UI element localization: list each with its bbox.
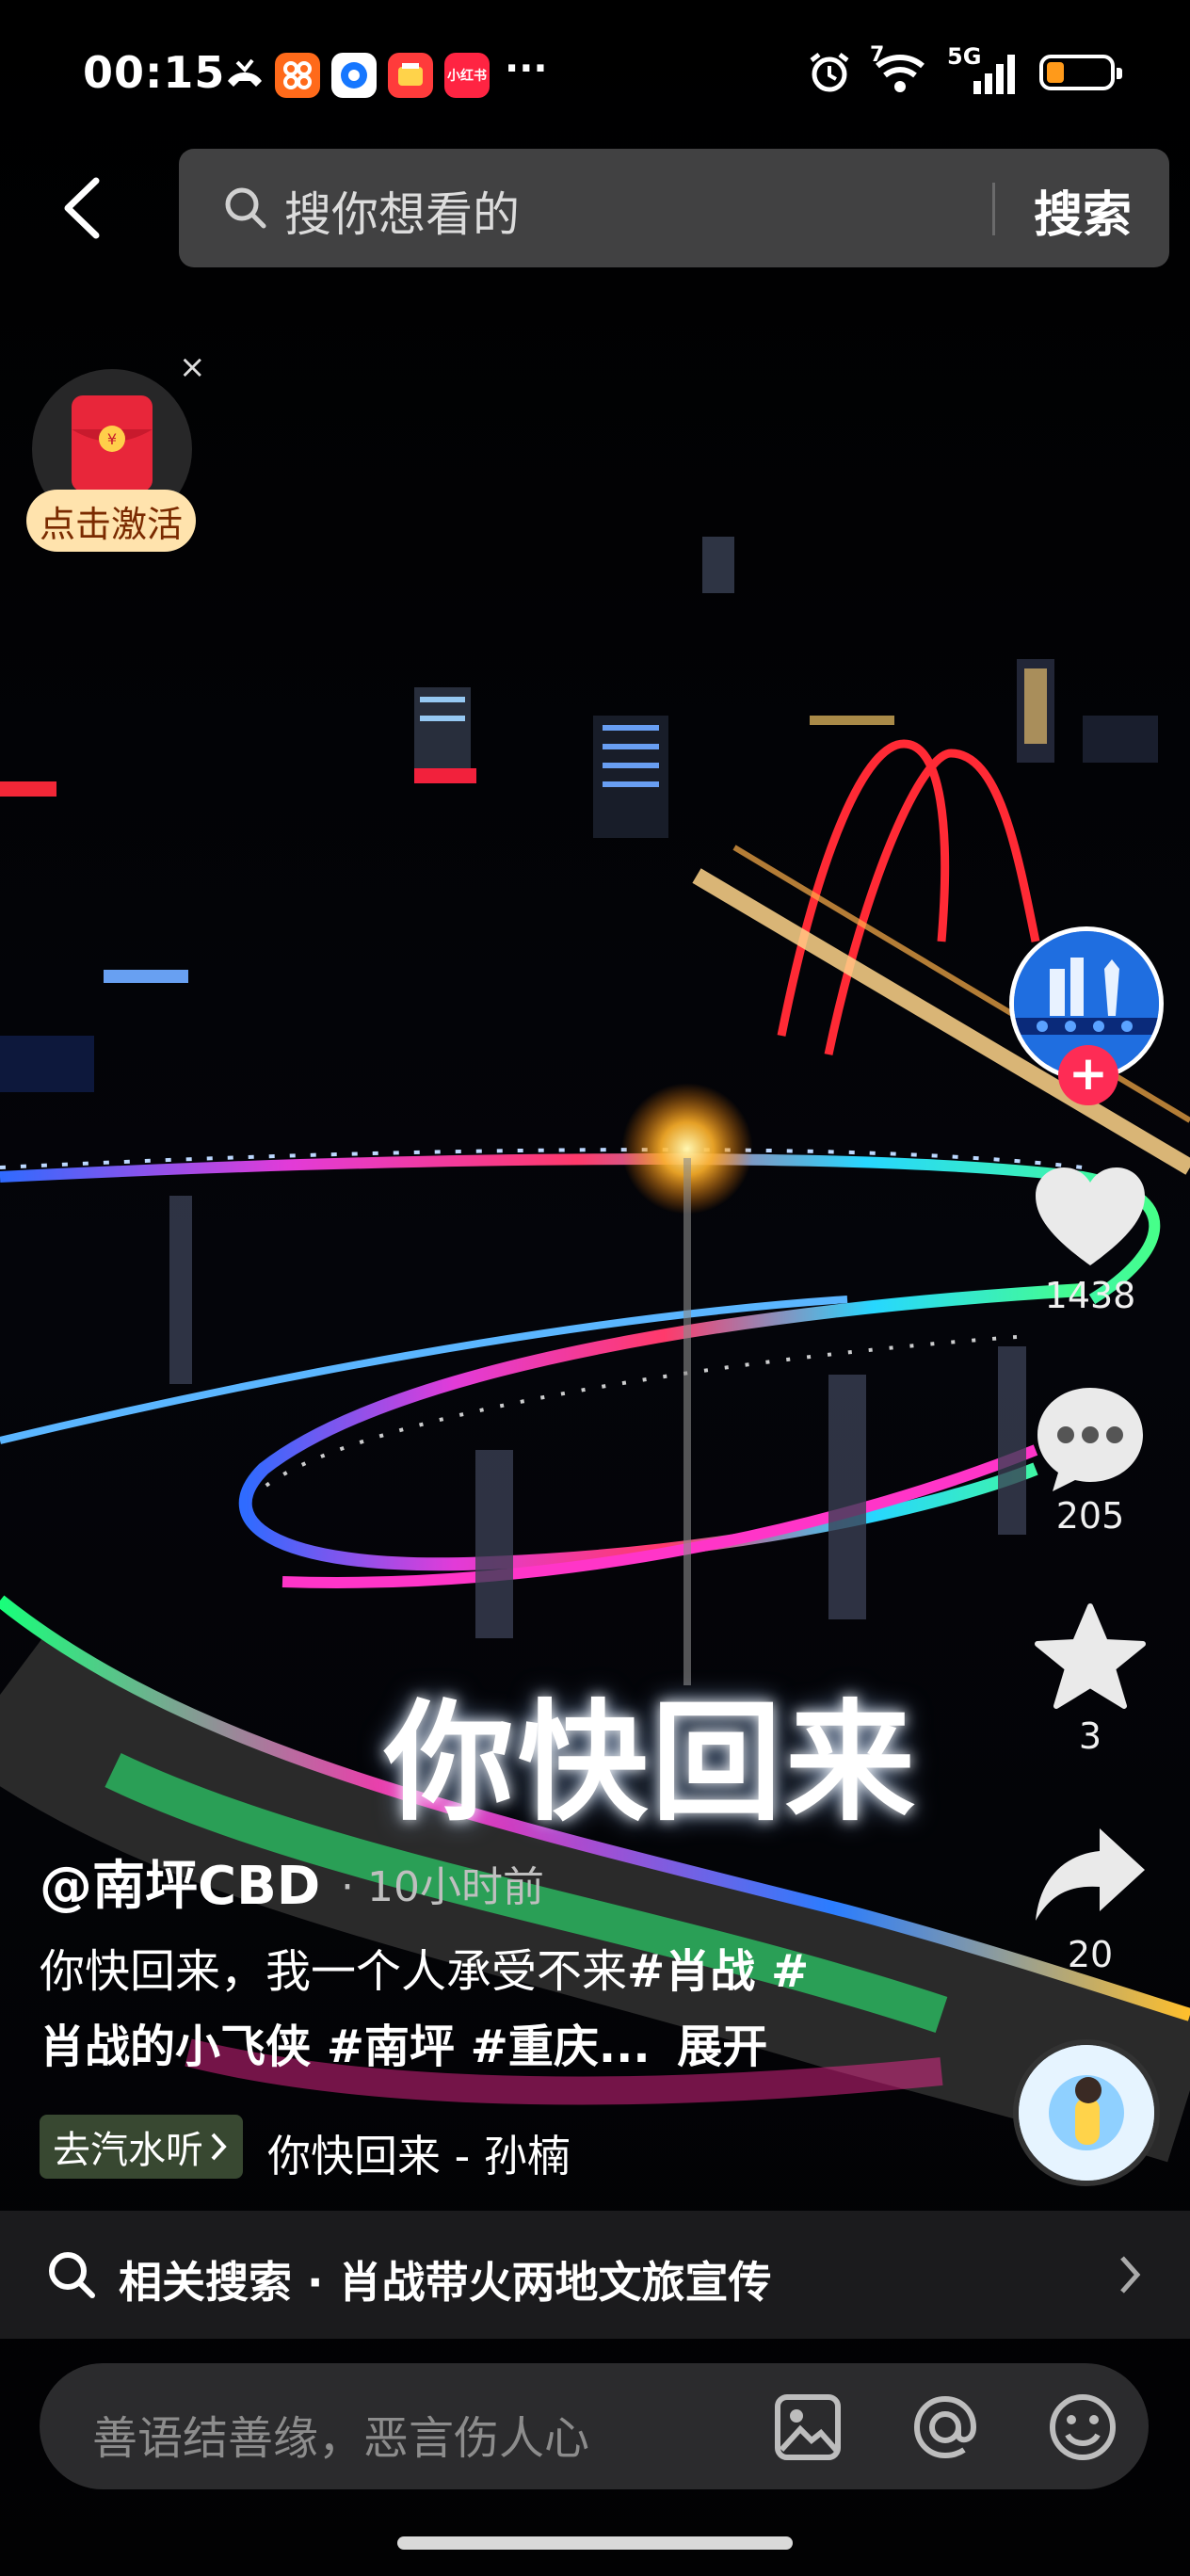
missed-call-icon [222,53,267,98]
caption-line-1: 你快回来，我一个人承受不来#肖战 # [40,1934,809,2000]
app-icon-1 [275,53,320,98]
more-notifications: ··· [505,47,548,90]
xiaohongshu-app-icon: 小红书 [444,53,490,98]
comment-icon[interactable] [1032,1380,1149,1497]
red-envelope-icon: ¥ [72,395,153,491]
post-time: · 10小时前 [341,1863,544,1911]
image-icon[interactable] [772,2391,844,2463]
search-icon [49,2252,95,2298]
chevron-right-icon [1120,2256,1141,2294]
chevron-right-icon [211,2133,227,2161]
search-bar[interactable]: 搜你想看的 搜索 [179,149,1169,267]
comment-count: 205 [1055,1495,1125,1537]
cellular-signal-icon: 5G [947,43,1022,96]
open-in-qishui-chip[interactable]: 去汽水听 [40,2115,243,2179]
caption-text: 你快回来，我一个人承受不来 [40,1945,628,1998]
search-button[interactable]: 搜索 [1034,175,1132,246]
activate-button[interactable]: 点击激活 [26,490,196,552]
back-button[interactable] [49,166,115,250]
caption-line-2: 肖战的小飞侠 #南坪 #重庆... 展开 [40,2009,767,2075]
like-count: 1438 [1044,1275,1136,1316]
chevron-left-icon [64,177,100,239]
status-right: 7 5G [806,43,1122,96]
related-search-bar[interactable]: 相关搜索 · 肖战带火两地文旅宣传 [0,2211,1190,2339]
hashtag-xiaozhan[interactable]: #肖战 # [627,1945,809,1998]
svg-text:¥: ¥ [107,430,117,448]
search-input[interactable]: 搜你想看的 [284,177,520,245]
video-frame[interactable] [0,0,1190,2576]
search-divider [992,183,995,235]
comment-input[interactable]: 善语结善缘，恶言伤人心 [92,2401,589,2467]
favorite-count: 3 [1078,1715,1102,1757]
wifi-subscript: 7 [870,43,885,67]
home-indicator[interactable] [397,2536,793,2550]
at-mention-icon[interactable] [908,2390,983,2465]
hashtag-list[interactable]: 肖战的小飞侠 #南坪 #重庆... [40,2021,651,2073]
emoji-icon[interactable] [1045,2390,1120,2465]
music-disc[interactable] [1013,2039,1160,2186]
video-overlay-text: 你快回来 [384,1687,920,1839]
status-time: 00:15 [83,47,226,98]
app-icon-2 [331,53,377,98]
wifi-icon: 7 [870,43,930,96]
search-icon [225,187,266,229]
follow-button[interactable]: + [1058,1045,1118,1105]
alarm-icon [810,53,849,92]
related-search-text[interactable]: 相关搜索 · 肖战带火两地文旅宣传 [119,2248,772,2310]
share-icon[interactable] [1032,1819,1149,1936]
music-chip-label: 去汽水听 [53,2129,203,2172]
creator-username[interactable]: @南坪CBD [40,1843,320,1920]
comment-input-bar[interactable]: 善语结善缘，恶言伤人心 [40,2363,1149,2489]
heart-icon[interactable] [1032,1162,1149,1279]
close-icon[interactable]: × [179,348,206,386]
expand-caption-button[interactable]: 展开 [677,2021,767,2073]
share-count: 20 [1067,1934,1114,1975]
battery-icon [1039,55,1122,90]
star-icon[interactable] [1032,1601,1149,1717]
network-type: 5G [947,43,982,70]
music-title[interactable]: 你快回来 - 孙楠 [267,2122,571,2184]
app-icon-3 [388,53,433,98]
